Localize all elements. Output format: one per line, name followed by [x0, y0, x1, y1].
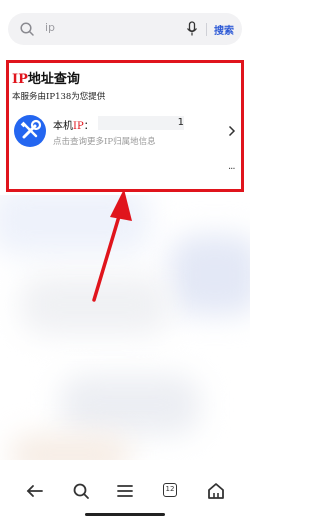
chevron-right-icon[interactable]: [228, 125, 236, 137]
wrench-screwdriver-icon: [14, 115, 46, 147]
card-title: IP地址查询: [12, 72, 80, 87]
bottom-nav: 12: [0, 476, 250, 522]
menu-icon[interactable]: [114, 480, 136, 502]
back-arrow-icon[interactable]: [24, 480, 46, 502]
ip-value: 1: [98, 116, 184, 130]
search-button[interactable]: 搜索: [214, 22, 234, 37]
search-bar[interactable]: 搜索: [8, 13, 242, 45]
search-divider: [206, 23, 207, 36]
ip-lookup-card[interactable]: IP地址查询 本服务由IP138为您提供 本机IP： 1 点击查询更多IP归属地…: [6, 60, 244, 192]
search-icon[interactable]: [70, 480, 92, 502]
more-options-icon[interactable]: ···: [228, 164, 235, 175]
lookup-hint: 点击查询更多IP归属地信息: [53, 137, 156, 147]
search-input[interactable]: [45, 21, 165, 34]
tabs-icon[interactable]: 12: [163, 483, 177, 497]
gesture-bar: [85, 513, 165, 516]
red-arrow-annotation: [92, 189, 132, 302]
local-ip-label: 本机IP：: [53, 121, 94, 132]
home-icon[interactable]: [205, 480, 227, 502]
provider-text: 本服务由IP138为您提供: [12, 92, 106, 102]
search-icon: [20, 22, 34, 36]
mic-icon[interactable]: [186, 21, 198, 37]
